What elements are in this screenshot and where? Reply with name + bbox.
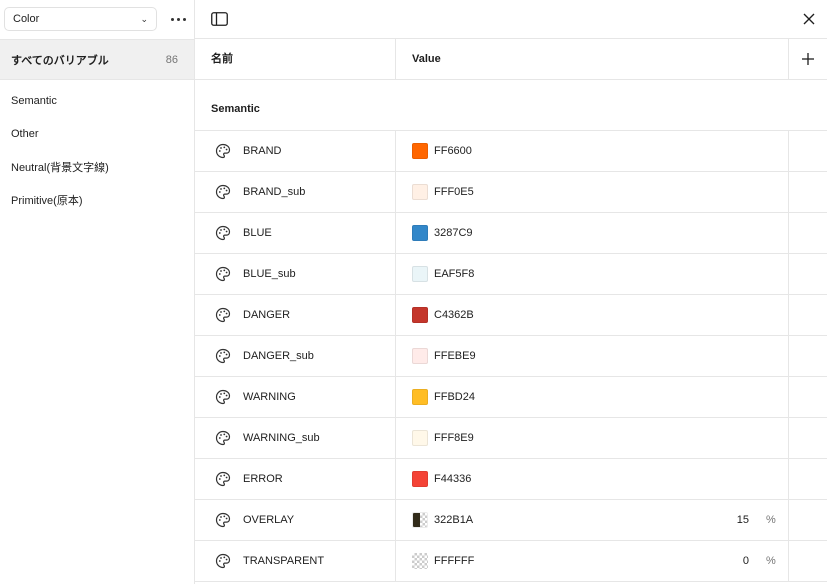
variable-name[interactable]: BLUE bbox=[243, 213, 272, 253]
color-hex-value[interactable]: FFF8E9 bbox=[434, 418, 474, 458]
color-swatch[interactable] bbox=[412, 471, 428, 487]
color-hex-value[interactable]: FF6600 bbox=[434, 131, 472, 171]
table-row[interactable]: BLUE 3287C9 bbox=[195, 213, 827, 254]
more-icon[interactable] bbox=[168, 10, 188, 28]
group-label: Neutral(背景文字線) bbox=[11, 161, 109, 174]
topbar bbox=[195, 0, 827, 39]
collection-name: Color bbox=[13, 13, 40, 25]
group-label: Other bbox=[11, 127, 39, 140]
palette-icon bbox=[215, 225, 231, 241]
table-row[interactable]: WARNING FFBD24 bbox=[195, 377, 827, 418]
palette-icon bbox=[215, 389, 231, 405]
variable-name[interactable]: ERROR bbox=[243, 459, 283, 499]
variable-name[interactable]: WARNING bbox=[243, 377, 296, 417]
table-header: 名前 Value bbox=[195, 39, 827, 80]
group-label: Semantic bbox=[11, 94, 57, 107]
palette-icon bbox=[215, 143, 231, 159]
color-swatch[interactable] bbox=[412, 225, 428, 241]
all-variables-label: すべてのバリアブル bbox=[11, 54, 109, 67]
palette-icon bbox=[215, 471, 231, 487]
table-row[interactable]: DANGER C4362B bbox=[195, 295, 827, 336]
table-row[interactable]: ERROR F44336 bbox=[195, 459, 827, 500]
color-swatch[interactable] bbox=[412, 143, 428, 159]
plus-icon[interactable] bbox=[800, 51, 816, 67]
palette-icon bbox=[215, 184, 231, 200]
color-swatch[interactable] bbox=[412, 553, 428, 569]
variable-name[interactable]: WARNING_sub bbox=[243, 418, 320, 458]
sidebar-item-other[interactable]: Other bbox=[0, 117, 194, 150]
table-row[interactable]: TRANSPARENT FFFFFF 0% bbox=[195, 541, 827, 582]
variable-name[interactable]: DANGER_sub bbox=[243, 336, 314, 376]
table-row[interactable]: BRAND_sub FFF0E5 bbox=[195, 172, 827, 213]
color-swatch[interactable] bbox=[412, 512, 428, 528]
color-hex-value[interactable]: 322B1A bbox=[434, 500, 473, 540]
variable-name[interactable]: TRANSPARENT bbox=[243, 541, 324, 581]
color-swatch[interactable] bbox=[412, 348, 428, 364]
sidebar: Color ⌄ すべてのバリアブル 86 Semantic Other Neut… bbox=[0, 0, 195, 584]
collection-select[interactable]: Color ⌄ bbox=[4, 7, 157, 31]
color-hex-value[interactable]: 3287C9 bbox=[434, 213, 473, 253]
color-hex-value[interactable]: F44336 bbox=[434, 459, 471, 499]
variable-name[interactable]: BRAND bbox=[243, 131, 282, 171]
opacity-unit: % bbox=[766, 514, 776, 526]
variable-name[interactable]: OVERLAY bbox=[243, 500, 294, 540]
color-swatch[interactable] bbox=[412, 389, 428, 405]
palette-icon bbox=[215, 307, 231, 323]
sidebar-item-semantic[interactable]: Semantic bbox=[0, 84, 194, 117]
color-hex-value[interactable]: EAF5F8 bbox=[434, 254, 474, 294]
sidebar-item-neutral[interactable]: Neutral(背景文字線) bbox=[0, 150, 194, 183]
sidebar-toggle-icon[interactable] bbox=[211, 12, 228, 26]
palette-icon bbox=[215, 512, 231, 528]
section-title: Semantic bbox=[211, 103, 260, 115]
table-row[interactable]: BLUE_sub EAF5F8 bbox=[195, 254, 827, 295]
color-hex-value[interactable]: FFFFFF bbox=[434, 541, 474, 581]
chevron-down-icon: ⌄ bbox=[140, 13, 148, 24]
opacity-value[interactable]: 15 bbox=[715, 500, 749, 540]
color-hex-value[interactable]: C4362B bbox=[434, 295, 474, 335]
opacity-unit: % bbox=[766, 555, 776, 567]
column-header-name[interactable]: 名前 bbox=[211, 39, 233, 79]
table-row[interactable]: OVERLAY 322B1A 15% bbox=[195, 500, 827, 541]
section-header: Semantic bbox=[195, 80, 827, 131]
variable-name[interactable]: BLUE_sub bbox=[243, 254, 296, 294]
color-swatch[interactable] bbox=[412, 184, 428, 200]
table-row[interactable]: WARNING_sub FFF8E9 bbox=[195, 418, 827, 459]
color-swatch[interactable] bbox=[412, 430, 428, 446]
all-variables-count: 86 bbox=[165, 53, 178, 66]
variable-name[interactable]: DANGER bbox=[243, 295, 290, 335]
opacity-value[interactable]: 0 bbox=[715, 541, 749, 581]
variable-rows: BRAND FF6600 BRAND_sub FFF0E5 BLUE 3287C9 B… bbox=[195, 131, 827, 582]
all-variables-item[interactable]: すべてのバリアブル 86 bbox=[0, 39, 194, 80]
column-header-value[interactable]: Value bbox=[412, 39, 441, 79]
color-hex-value[interactable]: FFF0E5 bbox=[434, 172, 474, 212]
color-hex-value[interactable]: FFEBE9 bbox=[434, 336, 476, 376]
collection-row: Color ⌄ bbox=[0, 0, 194, 38]
color-hex-value[interactable]: FFBD24 bbox=[434, 377, 475, 417]
table-row[interactable]: DANGER_sub FFEBE9 bbox=[195, 336, 827, 377]
palette-icon bbox=[215, 553, 231, 569]
variable-name[interactable]: BRAND_sub bbox=[243, 172, 305, 212]
color-swatch[interactable] bbox=[412, 266, 428, 282]
sidebar-item-primitive[interactable]: Primitive(原本) bbox=[0, 183, 194, 216]
group-list: Semantic Other Neutral(背景文字線) Primitive(… bbox=[0, 84, 194, 216]
color-swatch[interactable] bbox=[412, 307, 428, 323]
palette-icon bbox=[215, 430, 231, 446]
table-row[interactable]: BRAND FF6600 bbox=[195, 131, 827, 172]
variables-table-panel: 名前 Value Semantic BRAND FF6600 BRAND_sub F… bbox=[195, 0, 827, 584]
close-icon[interactable] bbox=[802, 12, 816, 26]
palette-icon bbox=[215, 266, 231, 282]
group-label: Primitive(原本) bbox=[11, 194, 83, 207]
palette-icon bbox=[215, 348, 231, 364]
